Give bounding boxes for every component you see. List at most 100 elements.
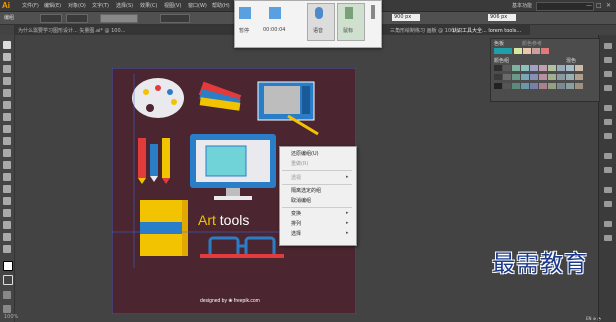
more-icon[interactable] — [371, 5, 375, 19]
zoom-level[interactable]: 100% — [4, 314, 18, 320]
menu-window[interactable]: 窗口(W) — [188, 2, 207, 9]
swatch[interactable] — [575, 74, 583, 80]
swatch[interactable] — [530, 65, 538, 71]
selection-tool-icon[interactable] — [3, 41, 11, 49]
type-tool-icon[interactable] — [3, 89, 11, 97]
swatch[interactable] — [548, 74, 556, 80]
paintbrush-tool-icon[interactable] — [3, 125, 11, 133]
zoom-tool-icon[interactable] — [3, 245, 11, 253]
swatch[interactable] — [503, 65, 511, 71]
fill-color-picker[interactable] — [40, 14, 62, 23]
swatch[interactable] — [494, 74, 502, 80]
tab-swatches[interactable]: 色板 — [494, 40, 504, 47]
swatch[interactable] — [512, 65, 520, 71]
swatch[interactable] — [494, 83, 502, 89]
width-field[interactable]: 900 px — [392, 14, 420, 21]
menu-edit[interactable]: 编辑(E) — [44, 2, 61, 9]
swatch[interactable] — [521, 74, 529, 80]
hand-tool-icon[interactable] — [3, 233, 11, 241]
eraser-tool-icon[interactable] — [3, 149, 11, 157]
appearance-icon[interactable] — [604, 153, 612, 159]
swatch[interactable] — [566, 83, 574, 89]
graphic-styles-icon[interactable] — [604, 167, 612, 173]
swatch[interactable] — [530, 83, 538, 89]
scale-tool-icon[interactable] — [3, 173, 11, 181]
height-field[interactable]: 906 px — [488, 14, 516, 21]
swatch[interactable] — [566, 65, 574, 71]
rotate-tool-icon[interactable] — [3, 161, 11, 169]
swatch[interactable] — [539, 74, 547, 80]
swatch[interactable] — [521, 65, 529, 71]
document-tab[interactable]: 为什么需要学习图形设计... 矢量图.ai* @ 100... — [18, 27, 125, 34]
stroke-swatch-icon[interactable] — [3, 275, 13, 285]
color-panel-icon[interactable] — [604, 43, 612, 49]
document-tab-active[interactable]: 认识工具大全... lorem tools... — [452, 27, 521, 34]
swatch[interactable] — [566, 74, 574, 80]
tab-color-guide[interactable]: 颜色参考 — [522, 40, 542, 47]
active-swatch[interactable] — [494, 48, 512, 54]
swatch[interactable] — [503, 83, 511, 89]
menu-item-isolate-group[interactable]: 隔离选定的组 — [291, 187, 321, 194]
menu-help[interactable]: 帮助(H) — [212, 2, 230, 9]
swatch[interactable] — [575, 65, 583, 71]
swatch[interactable] — [523, 48, 531, 54]
swatch[interactable] — [557, 65, 565, 71]
swatch[interactable] — [548, 83, 556, 89]
menu-object[interactable]: 对象(O) — [68, 2, 86, 9]
menu-effect[interactable]: 效果(C) — [140, 2, 157, 9]
swatch[interactable] — [512, 83, 520, 89]
pencil-tool-icon[interactable] — [3, 137, 11, 145]
opacity-field[interactable] — [160, 14, 190, 23]
close-button[interactable]: ✕ — [606, 2, 611, 9]
shape-builder-tool-icon[interactable] — [3, 197, 11, 205]
line-tool-icon[interactable] — [3, 101, 11, 109]
workspace-switcher[interactable]: 基本功能 — [512, 2, 532, 9]
align-icon[interactable] — [604, 221, 612, 227]
eyedropper-tool-icon[interactable] — [3, 221, 11, 229]
swatch[interactable] — [503, 74, 511, 80]
swatch[interactable] — [512, 74, 520, 80]
screen-mode-icon[interactable] — [3, 305, 11, 313]
brushes-icon[interactable] — [604, 71, 612, 77]
minimize-button[interactable]: — — [586, 2, 592, 9]
artboards-icon[interactable] — [604, 201, 612, 207]
swatch[interactable] — [539, 83, 547, 89]
fill-swatch-icon[interactable] — [3, 261, 13, 271]
transparency-icon[interactable] — [604, 133, 612, 139]
maximize-button[interactable]: □ — [596, 2, 602, 9]
pen-tool-icon[interactable] — [3, 77, 11, 85]
swatch[interactable] — [548, 65, 556, 71]
menu-select[interactable]: 选择(S) — [116, 2, 133, 9]
swatch[interactable] — [557, 74, 565, 80]
menu-item-arrange[interactable]: 排列 — [291, 220, 301, 227]
menu-item-ungroup[interactable]: 取消编组 — [291, 197, 311, 204]
stroke-weight-field[interactable] — [100, 14, 138, 23]
swatch[interactable] — [575, 83, 583, 89]
menu-item-select[interactable]: 选择 — [291, 230, 301, 237]
menu-file[interactable]: 文件(F) — [22, 2, 39, 9]
swatch[interactable] — [539, 65, 547, 71]
drawing-mode-icon[interactable] — [3, 291, 11, 299]
color-guide-icon[interactable] — [604, 57, 612, 63]
pause-icon[interactable] — [239, 7, 251, 19]
rectangle-tool-icon[interactable] — [3, 113, 11, 121]
swatch[interactable] — [541, 48, 549, 54]
symbols-icon[interactable] — [604, 85, 612, 91]
pathfinder-icon[interactable] — [604, 235, 612, 241]
width-tool-icon[interactable] — [3, 185, 11, 193]
menu-view[interactable]: 视图(V) — [164, 2, 181, 9]
gradient-tool-icon[interactable] — [3, 209, 11, 217]
swatch[interactable] — [532, 48, 540, 54]
swatch[interactable] — [557, 83, 565, 89]
menu-item-transform[interactable]: 变换 — [291, 210, 301, 217]
gradient-icon[interactable] — [604, 119, 612, 125]
menu-item-undo-group[interactable]: 还原编组(U) — [291, 150, 319, 157]
stroke-icon[interactable] — [604, 105, 612, 111]
swatch[interactable] — [521, 83, 529, 89]
direct-selection-tool-icon[interactable] — [3, 53, 11, 61]
menu-type[interactable]: 文字(T) — [92, 2, 109, 9]
swatch[interactable] — [530, 74, 538, 80]
swatch[interactable] — [494, 65, 502, 71]
swatch[interactable] — [514, 48, 522, 54]
layers-icon[interactable] — [604, 187, 612, 193]
